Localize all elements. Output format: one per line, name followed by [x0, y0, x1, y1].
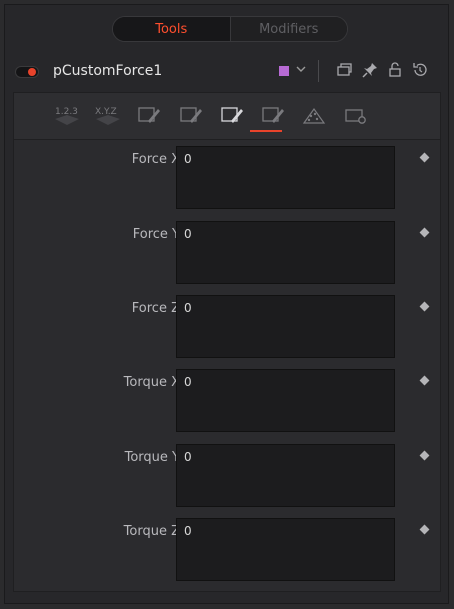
- parameters-panel: Force X 0 Force Y 0 Force Z 0 Torque X 0…: [13, 140, 441, 592]
- chevron-down-icon[interactable]: [295, 62, 307, 79]
- keyframe-diamond-icon[interactable]: [419, 227, 430, 238]
- param-label: Torque Y: [124, 450, 180, 465]
- edit-page-3-icon[interactable]: [217, 101, 247, 129]
- edit-page-2-icon[interactable]: [176, 101, 206, 129]
- param-input[interactable]: 0: [176, 444, 395, 507]
- param-label: Force X: [131, 152, 180, 167]
- window-icon[interactable]: [334, 60, 354, 82]
- control-page-toolbar: 1.2.3 X.Y.Z: [13, 92, 441, 140]
- svg-text:X.Y.Z: X.Y.Z: [95, 107, 117, 117]
- keyframe-diamond-icon[interactable]: [419, 375, 430, 386]
- tab-modifiers[interactable]: Modifiers: [230, 17, 347, 41]
- toggle-dot: [28, 68, 36, 76]
- param-label: Torque Z: [123, 524, 180, 539]
- param-input[interactable]: 0: [176, 518, 395, 581]
- param-input[interactable]: 0: [176, 221, 395, 284]
- keyframe-diamond-icon[interactable]: [419, 524, 430, 535]
- active-page-indicator: [250, 130, 282, 132]
- keyframe-diamond-icon[interactable]: [419, 450, 430, 461]
- param-row-force-x: Force X 0: [14, 142, 442, 209]
- param-row-torque-y: Torque Y 0: [14, 440, 442, 507]
- reset-icon[interactable]: [410, 60, 430, 82]
- edit-page-1-icon[interactable]: [134, 101, 164, 129]
- header-divider: [318, 60, 319, 82]
- numeric-123-icon[interactable]: 1.2.3: [52, 101, 82, 129]
- pin-icon[interactable]: [360, 60, 380, 82]
- tab-tools[interactable]: Tools: [113, 17, 231, 41]
- param-label: Torque X: [123, 375, 180, 390]
- node-enable-toggle[interactable]: [15, 66, 39, 78]
- param-row-torque-z: Torque Z 0: [14, 514, 442, 581]
- xyz-icon[interactable]: X.Y.Z: [93, 101, 123, 129]
- settings-icon[interactable]: [340, 101, 370, 129]
- param-input[interactable]: 0: [176, 146, 395, 209]
- lock-icon[interactable]: [385, 60, 405, 82]
- param-label: Force Z: [131, 301, 180, 316]
- param-label: Force Y: [132, 227, 180, 242]
- param-row-force-y: Force Y 0: [14, 217, 442, 284]
- edit-page-4-icon[interactable]: [258, 101, 288, 129]
- param-input[interactable]: 0: [176, 295, 395, 358]
- color-swatch-icon[interactable]: [279, 66, 289, 76]
- keyframe-diamond-icon[interactable]: [419, 301, 430, 312]
- param-row-force-z: Force Z 0: [14, 291, 442, 358]
- tools-modifiers-switch: Tools Modifiers: [112, 16, 348, 42]
- node-name: pCustomForce1: [53, 63, 163, 79]
- keyframe-diamond-icon[interactable]: [419, 152, 430, 163]
- param-row-torque-x: Torque X 0: [14, 365, 442, 432]
- particle-style-icon[interactable]: [299, 101, 329, 129]
- param-input[interactable]: 0: [176, 369, 395, 432]
